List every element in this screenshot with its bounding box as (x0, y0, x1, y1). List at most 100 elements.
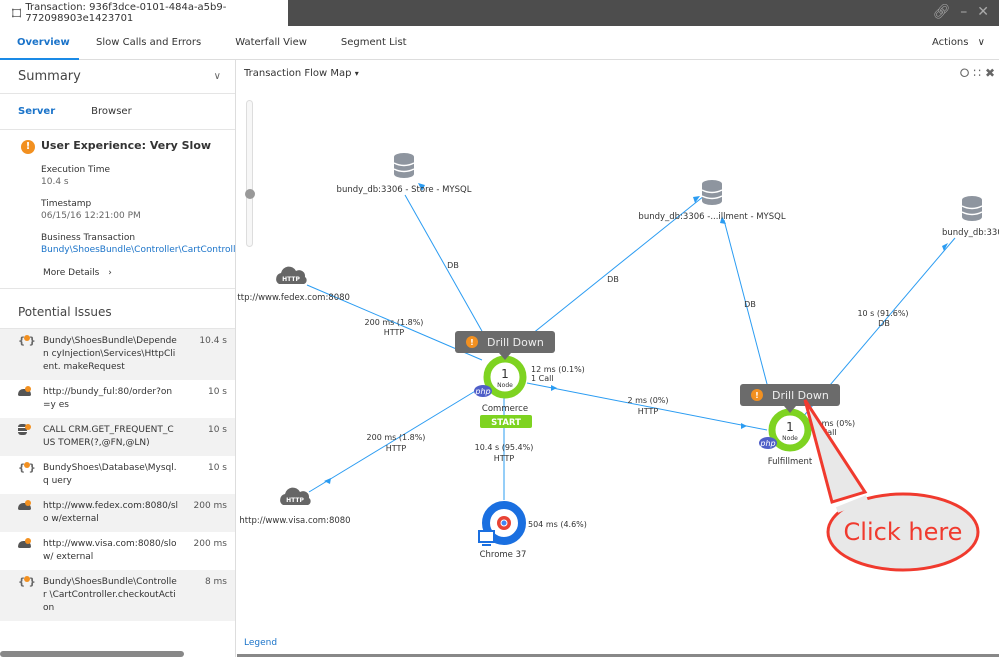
edge-time-label: 12 ms (0.1%) (531, 365, 585, 374)
issue-item[interactable]: { } Bundy\ShoesBundle\Controller \CartCo… (0, 570, 235, 621)
horizontal-scrollbar[interactable] (0, 651, 184, 657)
issue-text: http://www.fedex.com:8080/slo w/external (43, 501, 179, 524)
issue-item[interactable]: { } Bundy\ShoesBundle\Dependen cyInjecti… (0, 329, 235, 380)
chevron-right-icon: › (108, 268, 112, 278)
fedex-label: http://www.fedex.com:8080 (237, 293, 350, 303)
legend-link[interactable]: Legend (244, 638, 277, 648)
database-icon (961, 196, 983, 221)
db-right-node[interactable]: bundy_db:3306 (942, 196, 999, 238)
edge-type-label: HTTP (638, 407, 659, 416)
issue-text: CALL CRM.GET_FREQUENT_CUS TOMER(?,@FN,@L… (43, 425, 174, 448)
tab-segment-list[interactable]: Segment List (324, 26, 424, 60)
issue-item[interactable]: http://www.fedex.com:8080/slo w/external… (0, 494, 235, 532)
subtab-server[interactable]: Server (0, 106, 73, 117)
database-icon (701, 180, 723, 205)
more-details-label: More Details (43, 268, 100, 278)
issue-time: 200 ms (193, 539, 228, 549)
issue-time: 8 ms (204, 577, 227, 587)
tab-waterfall-view[interactable]: Waterfall View (218, 26, 324, 60)
commerce-label: Commerce (482, 404, 528, 414)
timestamp-value: 06/15/16 12:21:00 PM (41, 211, 141, 221)
warning-badge (25, 500, 31, 506)
transaction-icon (12, 8, 22, 18)
issue-time: 10 s (207, 387, 227, 397)
db-fulfillment-node[interactable]: bundy_db:3306 -...illment - MYSQL (638, 180, 786, 222)
db-store-node[interactable]: bundy_db:3306 - Store - MYSQL (337, 153, 472, 195)
node-count: 1 (501, 367, 509, 381)
edge-type-label: DB (878, 319, 890, 328)
edge-label-db: DB (607, 275, 619, 284)
issue-time: 200 ms (193, 501, 228, 511)
callout-text: Click here (844, 518, 963, 546)
summary-subtabs: Server Browser (0, 94, 235, 130)
window-title: Transaction: 936f3dce-0101-484a-a5b9-772… (25, 2, 227, 24)
warning-badge (25, 538, 31, 544)
desktop-icon (478, 530, 495, 543)
subtab-browser[interactable]: Browser (73, 106, 150, 117)
chevron-down-icon[interactable]: ∨ (214, 71, 221, 82)
issue-text: BundyShoes\Database\Mysql.q uery (43, 463, 177, 486)
flow-map-panel: Transaction Flow Map ▾ ⭘ ∷ ✖ bundy_db:33… (237, 60, 999, 654)
warning-badge (24, 335, 30, 341)
chrome-browser-node[interactable]: Chrome 37 (478, 501, 527, 560)
summary-title: Summary (18, 69, 81, 84)
issue-text: Bundy\ShoesBundle\Dependen cyInjection\S… (43, 336, 177, 372)
execution-time-value: 10.4 s (41, 177, 69, 187)
edge-time-label: 200 ms (1.8%) (365, 318, 424, 327)
fulfillment-node[interactable]: 1 Node php Fulfillment (759, 408, 813, 467)
node-count: 1 (786, 420, 794, 434)
visa-label: http://www.visa.com:8080 (239, 516, 350, 526)
potential-issues-title: Potential Issues (0, 295, 235, 329)
arrowhead (551, 385, 557, 391)
issue-item[interactable]: { } BundyShoes\Database\Mysql.q uery 10 … (0, 456, 235, 494)
edge-label-db: DB (447, 261, 459, 270)
visa-http-node[interactable]: HTTP http://www.visa.com:8080 (239, 487, 351, 526)
user-experience-section: ! User Experience: Very Slow Execution T… (0, 130, 235, 289)
timestamp-label: Timestamp (41, 199, 92, 209)
issue-item[interactable]: http://www.visa.com:8080/slow/ external … (0, 532, 235, 570)
arrowhead (324, 478, 331, 484)
tab-overview[interactable]: Overview (0, 26, 79, 61)
node-label: Node (782, 435, 798, 442)
close-icon[interactable]: ✕ (977, 4, 989, 20)
drill-down-button-fulfillment[interactable]: ! Drill Down (740, 384, 840, 413)
chrome-label: Chrome 37 (480, 550, 527, 560)
fedex-http-node[interactable]: HTTP http://www.fedex.com:8080 (237, 266, 350, 303)
edge-time-label: 2 ms (0%) (627, 396, 668, 405)
edge-time-label: 200 ms (1.8%) (367, 433, 426, 442)
start-label: START (491, 418, 521, 428)
http-badge: HTTP (282, 276, 300, 283)
edge-fulfillment-db-left[interactable] (723, 219, 773, 404)
issue-item[interactable]: http://bundy_ful:80/order?on=y es 10 s (0, 380, 235, 418)
fulfillment-label: Fulfillment (768, 457, 813, 467)
summary-header[interactable]: Summary ∨ (0, 60, 235, 94)
warning-badge (25, 386, 31, 392)
edge-calls-label: 1 Call (531, 374, 554, 383)
window-title-tab: Transaction: 936f3dce-0101-484a-a5b9-772… (0, 0, 288, 26)
svg-text:!: ! (470, 338, 474, 347)
more-details-button[interactable]: More Details › (43, 268, 235, 278)
drill-down-label: Drill Down (772, 389, 829, 402)
tab-slow-calls-errors[interactable]: Slow Calls and Errors (79, 26, 218, 60)
issue-text: Bundy\ShoesBundle\Controller \CartContro… (43, 577, 177, 613)
warning-badge (25, 424, 31, 430)
tab-bar: Overview Slow Calls and Errors Waterfall… (0, 26, 999, 61)
php-label: php (474, 387, 490, 396)
edge-type-label: HTTP (384, 328, 405, 337)
issue-item[interactable]: CALL CRM.GET_FREQUENT_CUS TOMER(?,@FN,@L… (0, 418, 235, 456)
edge-time-label: 10.4 s (95.4%) (475, 443, 534, 452)
user-experience-title: User Experience: Very Slow (41, 139, 212, 152)
issue-text: http://bundy_ful:80/order?on=y es (43, 387, 173, 410)
business-transaction-link[interactable]: Bundy\ShoesBundle\Controller\CartControl… (41, 244, 235, 256)
db-right-label: bundy_db:3306 (942, 228, 999, 238)
actions-menu[interactable]: Actions ∨ (932, 26, 985, 60)
commerce-node[interactable]: 1 Node php Commerce START (474, 355, 532, 428)
warning-icon: ! (21, 140, 35, 154)
issue-text: http://www.visa.com:8080/slow/ external (43, 539, 177, 562)
database-icon (393, 153, 415, 178)
drill-down-button-commerce[interactable]: ! Drill Down (455, 331, 555, 360)
actions-label: Actions (931, 37, 969, 48)
minimize-icon[interactable]: – (960, 4, 967, 20)
chrome-self-time: 504 ms (4.6%) (528, 520, 587, 529)
link-icon[interactable]: 🔗︎ (932, 4, 950, 20)
